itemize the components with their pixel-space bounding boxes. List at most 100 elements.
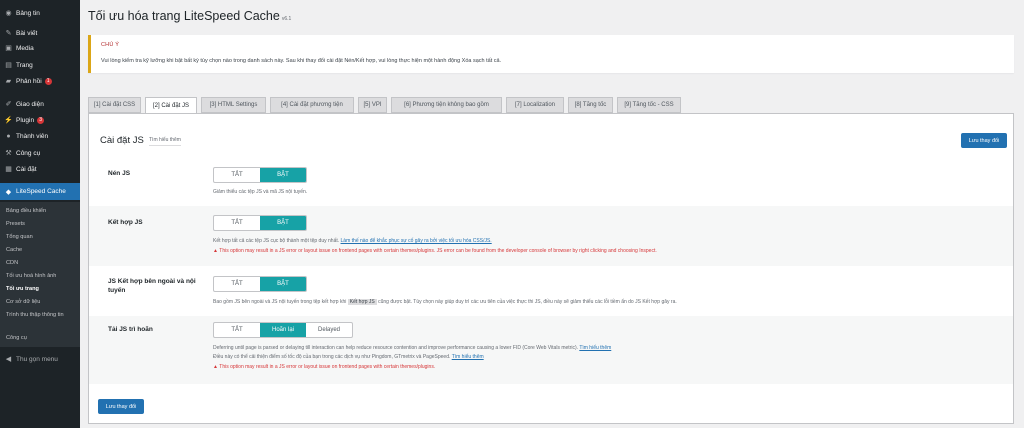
tab-media-excludes[interactable]: [6] Phương tiện không bao gồm [391,97,502,113]
warning-notice: CHÚ Ý Vui lòng kiểm tra kỹ lưỡng khi bật… [88,35,1014,73]
notice-text: Vui lòng kiểm tra kỹ lưỡng khi bật bất k… [101,58,502,64]
submenu-page-optimization[interactable]: Tối ưu trang [6,286,39,293]
menu-item-users[interactable]: ● Thành viên [0,129,80,143]
toggle-off-option[interactable]: TẮT [214,323,260,337]
menu-label: Phản hồi [16,77,42,85]
menu-item-pages[interactable]: ▤ Trang [0,58,80,72]
setting-row-load-js-deferred: Tải JS trì hoãn TẮT Hoãn lại Delayed Def… [89,316,1013,384]
toggle-on-option[interactable]: BẬT [260,277,306,291]
tab-js-settings[interactable]: [2] Cài đặt JS [145,97,197,114]
toggle-off-option[interactable]: TẮT [214,168,260,182]
setting-description: Bao gồm JS bên ngoài và JS nội tuyến tro… [213,299,677,306]
comment-icon: ▰ [5,78,12,85]
menu-item-media[interactable]: ▣ Media [0,41,80,55]
plugin-version: v6.1 [281,16,292,22]
setting-description: Giảm thiểu các tệp JS và mã JS nội tuyến… [213,189,308,195]
menu-item-settings[interactable]: ▦ Cài đặt [0,162,80,176]
learn-more-link[interactable]: Tìm hiểu thêm [149,137,181,146]
toggle-off-option[interactable]: TẮT [214,277,260,291]
tab-tuning-css[interactable]: [9] Tăng tốc - CSS [617,97,681,113]
menu-item-appearance[interactable]: ✐ Giao diện [0,97,80,111]
setting-label: Tải JS trì hoãn [108,326,153,333]
menu-item-plugins[interactable]: ⚡ Plugin 3 [0,113,80,127]
learn-more-link[interactable]: Tìm hiểu thêm [452,354,484,360]
menu-label: Thành viên [16,132,49,140]
menu-label: Plugin [16,116,35,124]
submenu-cache[interactable]: Cache [6,247,22,254]
section-title: Cài đặt JS [100,135,144,146]
litespeed-submenu: Bảng điều khiển Presets Tổng quan Cache … [0,202,80,347]
combine-js-toggle: TẮT BẬT [213,215,307,231]
tab-html-settings[interactable]: [3] HTML Settings [201,97,266,113]
js-error-warning: ▲ This option may result in a JS error o… [213,364,435,371]
save-changes-bottom-button[interactable]: Lưu thay đổi [98,399,144,414]
description-text: cũng được bật. Tùy chọn này giúp duy trì… [378,299,677,305]
comment-count-badge: 1 [44,77,52,85]
tab-localization[interactable]: [7] Localization [506,97,564,113]
menu-label: Công cụ [16,149,41,157]
warning-text: This option may result in a JS error or … [219,364,436,370]
menu-label: Bảng tin [16,9,40,17]
minify-js-toggle: TẮT BẬT [213,167,307,183]
pin-icon: ✎ [5,30,12,37]
setting-label: JS Kết hợp bên ngoài và nội tuyến [108,278,196,294]
warning-icon: ▲ [213,248,218,254]
admin-sidebar: ◉ Bảng tin ✎ Bài viết ▣ Media ▤ Trang ▰ Phản … [0,0,80,428]
menu-item-comments[interactable]: ▰ Phản hồi 1 [0,74,80,88]
js-error-warning: ▲ This option may result in a JS error o… [213,248,657,255]
setting-description: Điều này có thể cải thiện điểm số tốc độ… [213,354,484,361]
menu-item-posts[interactable]: ✎ Bài viết [0,26,80,40]
setting-label: Kết hợp JS [108,219,143,226]
submenu-general[interactable]: Tổng quan [6,234,33,241]
tab-css-settings[interactable]: [1] Cài đặt CSS [88,97,141,113]
menu-item-tools[interactable]: ⚒ Công cụ [0,146,80,160]
main-content: Tối ưu hóa trang LiteSpeed Cache v6.1 CHÚ… [80,0,1024,428]
toggle-deferred-option[interactable]: Hoãn lại [260,323,306,337]
inline-code: Kết hợp JS [347,299,377,305]
learn-more-link[interactable]: Tìm hiểu thêm [579,345,611,351]
settings-panel: Cài đặt JS Tìm hiểu thêm Lưu thay đổi Né… [88,113,1014,424]
submenu-cdn[interactable]: CDN [6,260,18,267]
toggle-off-option[interactable]: TẮT [214,216,260,230]
settings-icon: ▦ [5,166,12,173]
description-text: Bao gồm JS bên ngoài và JS nội tuyến tro… [213,299,347,305]
load-js-deferred-toggle: TẮT Hoãn lại Delayed [213,322,353,338]
tab-vpi[interactable]: [5] VPI [358,97,387,113]
troubleshoot-link[interactable]: Làm thế nào để khắc phục sự cố gây ra bở… [341,238,492,244]
submenu-crawler[interactable]: Trình thu thập thông tin [6,312,76,319]
collapse-icon: ◀ [5,356,12,363]
toggle-on-option[interactable]: BẬT [260,216,306,230]
setting-row-combine-js: Kết hợp JS TẮT BẬT Kết hợp tất cả các tệ… [89,206,1013,266]
setting-description: Deferring until page is parsed or delayi… [213,345,611,352]
toggle-on-option[interactable]: BẬT [260,168,306,182]
media-icon: ▣ [5,45,12,52]
menu-item-litespeed-cache[interactable]: ◆ LiteSpeed Cache [0,183,80,200]
plugin-update-badge: 3 [37,116,45,124]
setting-row-combine-external-inline: JS Kết hợp bên ngoài và nội tuyến TẮT BẬ… [89,266,1013,316]
menu-label: Giao diện [16,100,44,108]
menu-label: Thu gọn menu [16,355,58,363]
setting-label: Nén JS [108,170,131,177]
collapse-menu-button[interactable]: ◀ Thu gọn menu [0,352,80,366]
submenu-image-optimization[interactable]: Tối ưu hoá hình ảnh [6,273,56,280]
notice-title: CHÚ Ý [101,42,120,48]
combine-external-inline-toggle: TẮT BẬT [213,276,307,292]
save-changes-top-button[interactable]: Lưu thay đổi [961,133,1007,148]
plugin-icon: ⚡ [4,117,13,124]
submenu-database[interactable]: Cơ sở dữ liệu [6,299,40,306]
submenu-presets[interactable]: Presets [6,221,25,228]
description-text: Điều này có thể cải thiện điểm số tốc độ… [213,354,451,360]
tab-media-settings[interactable]: [4] Cài đặt phương tiện [270,97,354,113]
toggle-delayed-option[interactable]: Delayed [306,323,352,337]
submenu-dashboard[interactable]: Bảng điều khiển [6,208,46,215]
menu-label: Bài viết [16,29,38,37]
page-title-text: Tối ưu hóa trang LiteSpeed Cache [88,9,280,23]
submenu-toolbox[interactable]: Công cụ [6,335,27,342]
menu-label: Media [16,44,34,52]
tab-tuning[interactable]: [8] Tăng tốc [568,97,613,113]
menu-item-dashboard[interactable]: ◉ Bảng tin [0,6,80,20]
warning-text: This option may result in a JS error or … [219,248,657,254]
description-text: Kết hợp tất cả các tệp JS cục bộ thành m… [213,238,340,244]
menu-label: Trang [16,61,33,69]
users-icon: ● [6,132,11,140]
